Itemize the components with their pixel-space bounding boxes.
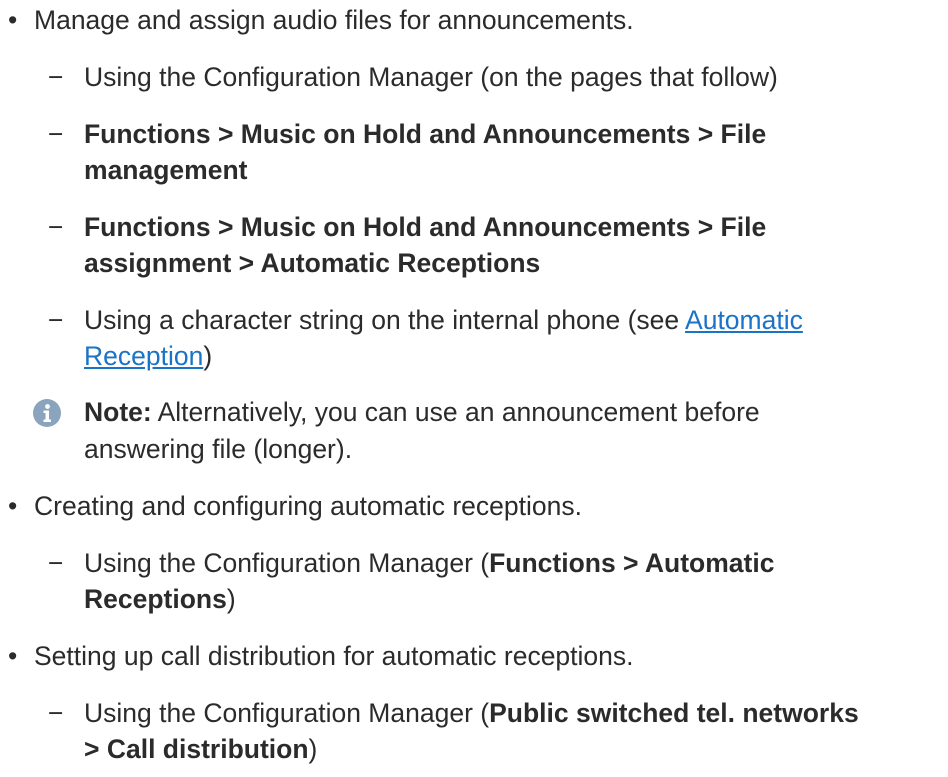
note-label: Note: bbox=[84, 397, 152, 427]
sub-item-text: management bbox=[84, 155, 248, 185]
sub-item-text: Using a character string on the internal… bbox=[84, 305, 803, 335]
note-text: answering file (longer). bbox=[84, 434, 353, 464]
sub-item-text: Using the Configuration Manager (on the … bbox=[84, 62, 778, 92]
sub-item-text: Using the Configuration Manager (Functio… bbox=[84, 548, 775, 578]
dash-marker: − bbox=[48, 212, 64, 242]
automatic-reception-link-cont[interactable]: Reception bbox=[84, 341, 203, 371]
note-text: Note: Alternatively, you can use an anno… bbox=[84, 397, 760, 427]
bullet-text: Manage and assign audio files for announ… bbox=[34, 5, 634, 35]
automatic-reception-link[interactable]: Automatic bbox=[685, 305, 803, 335]
dash-marker: − bbox=[48, 305, 64, 335]
sub-item-text: Functions > Music on Hold and Announceme… bbox=[84, 119, 767, 149]
bullet-marker: • bbox=[8, 491, 18, 521]
dash-marker: − bbox=[48, 698, 64, 728]
bullet-marker: • bbox=[8, 641, 18, 671]
bullet-marker: • bbox=[8, 5, 18, 35]
info-icon bbox=[33, 399, 61, 427]
bullet-text: Creating and configuring automatic recep… bbox=[34, 491, 582, 521]
document-page: • Manage and assign audio files for anno… bbox=[0, 0, 948, 777]
sub-item-text: Functions > Music on Hold and Announceme… bbox=[84, 212, 767, 242]
dash-marker: − bbox=[48, 119, 64, 149]
sub-item-text: assignment > Automatic Receptions bbox=[84, 248, 541, 278]
bullet-text: Setting up call distribution for automat… bbox=[34, 641, 634, 671]
dash-marker: − bbox=[48, 62, 64, 92]
sub-item-text: Receptions) bbox=[84, 584, 236, 614]
sub-item-text: Reception) bbox=[84, 341, 213, 371]
dash-marker: − bbox=[48, 548, 64, 578]
sub-item-text: Using the Configuration Manager (Public … bbox=[84, 698, 859, 728]
sub-item-text: > Call distribution) bbox=[84, 734, 318, 764]
